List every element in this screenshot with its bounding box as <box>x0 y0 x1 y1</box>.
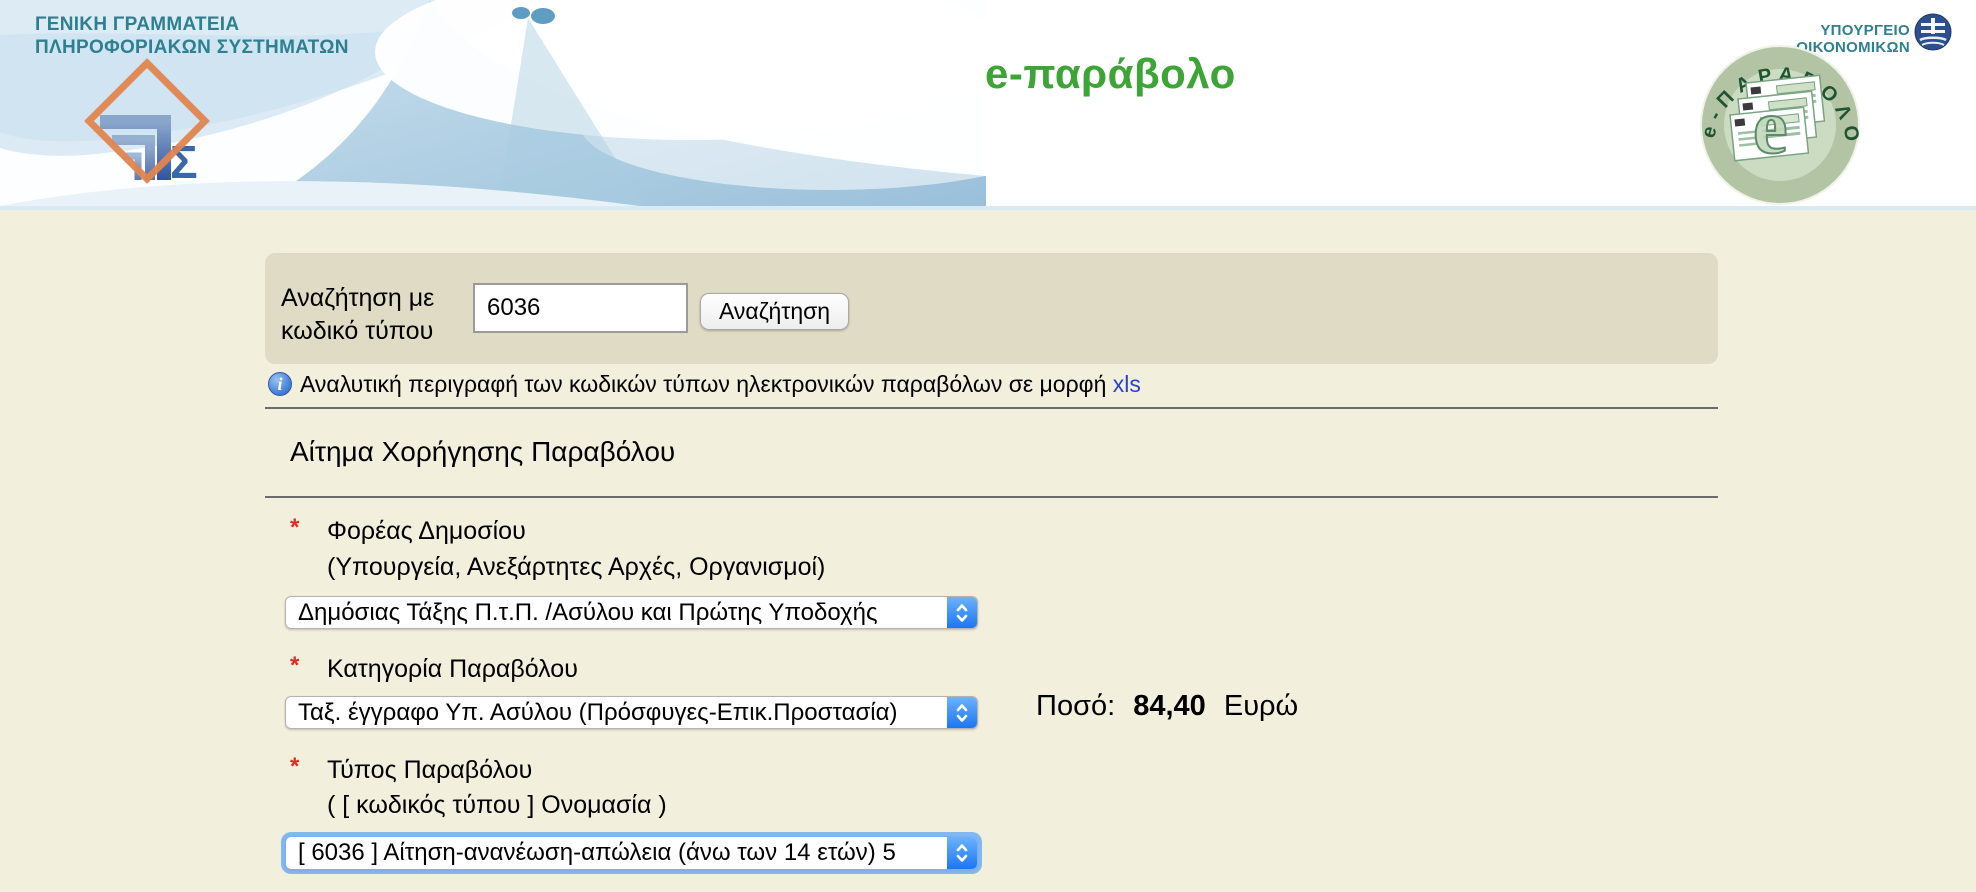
required-marker: * <box>290 753 299 781</box>
select-stepper-icon <box>947 697 977 728</box>
field-label-typos: Τύπος Παραβόλου <box>327 756 532 785</box>
info-description: Αναλυτική περιγραφή των κωδικών τύπων ηλ… <box>300 371 1106 397</box>
organization-name-line1: ΓΕΝΙΚΗ ΓΡΑΜΜΑΤΕΙΑ <box>35 13 349 36</box>
amount-label: Ποσό: <box>1036 690 1115 722</box>
foreas-dimosiou-select[interactable]: Δημόσιας Τάξης Π.τ.Π. /Ασύλου και Πρώτης… <box>285 596 978 629</box>
info-text: Αναλυτική περιγραφή των κωδικών τύπων ηλ… <box>300 371 1141 398</box>
katigoria-paravolou-select[interactable]: Ταξ. έγγραφο Υπ. Ασύλου (Πρόσφυγες-Επικ.… <box>285 696 978 729</box>
required-marker: * <box>290 514 299 542</box>
amount-display: Ποσό: 84,40 Ευρώ <box>1036 690 1298 723</box>
info-icon: i <box>268 372 292 396</box>
search-input[interactable] <box>473 283 688 333</box>
search-label: Αναζήτηση με κωδικό τύπου <box>281 282 434 348</box>
eparavolo-page: ΓΕΝΙΚΗ ΓΡΑΜΜΑΤΕΙΑ ΠΛΗΡΟΦΟΡΙΑΚΩΝ ΣΥΣΤΗΜΑΤ… <box>0 0 1976 892</box>
search-label-line1: Αναζήτηση με <box>281 282 434 315</box>
search-button[interactable]: Αναζήτηση <box>700 293 849 330</box>
search-label-line2: κωδικό τύπου <box>281 315 434 348</box>
government-emblem-icon <box>1913 12 1953 52</box>
field-sublabel-typos: ( [ κωδικός τύπου ] Ονομασία ) <box>327 791 667 820</box>
eparavolo-badge: e-ΠΑΡΑΒΟΛΟ <box>1698 45 1862 205</box>
badge-e-glyph: e <box>1753 83 1788 170</box>
typos-paravolou-selected-value: [ 6036 ] Αίτηση-ανανέωση-απώλεια (άνω τω… <box>286 837 947 869</box>
page-title: Αίτημα Χορήγησης Παραβόλου <box>290 436 675 468</box>
page-header: ΓΕΝΙΚΗ ΓΡΑΜΜΑΤΕΙΑ ΠΛΗΡΟΦΟΡΙΑΚΩΝ ΣΥΣΤΗΜΑΤ… <box>0 0 1976 210</box>
amount-currency: Ευρώ <box>1224 690 1298 722</box>
amount-value: 84,40 <box>1133 690 1206 722</box>
xls-link[interactable]: xls <box>1113 371 1141 397</box>
field-label-foreas: Φορέας Δημοσίου <box>327 517 526 546</box>
divider <box>265 496 1718 498</box>
field-label-katigoria: Κατηγορία Παραβόλου <box>327 655 578 684</box>
divider <box>265 407 1718 409</box>
typos-paravolou-select[interactable]: [ 6036 ] Αίτηση-ανανέωση-απώλεια (άνω τω… <box>285 836 978 870</box>
select-stepper-icon <box>947 597 977 628</box>
foreas-dimosiou-selected-value: Δημόσιας Τάξης Π.τ.Π. /Ασύλου και Πρώτης… <box>286 597 947 628</box>
katigoria-paravolou-selected-value: Ταξ. έγγραφο Υπ. Ασύλου (Πρόσφυγες-Επικ.… <box>286 697 947 728</box>
required-marker: * <box>290 652 299 680</box>
select-stepper-icon <box>947 837 977 869</box>
field-sublabel-foreas: (Υπουργεία, Ανεξάρτητες Αρχές, Οργανισμο… <box>327 553 825 582</box>
app-title: e-παράβολο <box>985 50 1236 98</box>
gsis-logo: Σ <box>78 52 213 194</box>
